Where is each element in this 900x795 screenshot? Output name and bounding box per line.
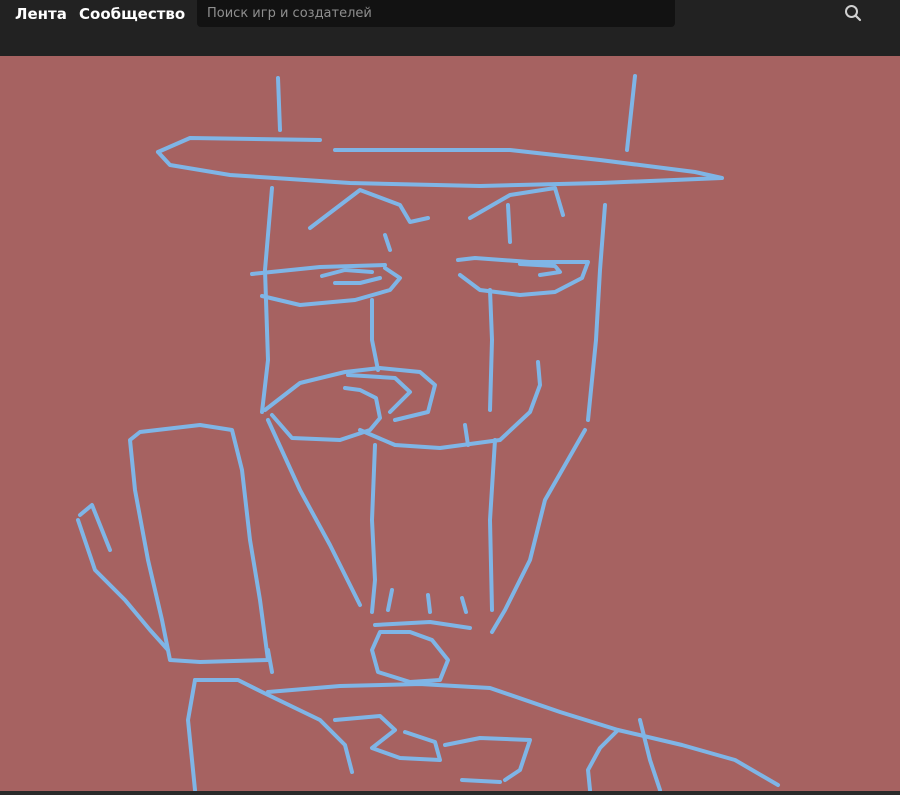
drawing-canvas[interactable] <box>0 56 900 791</box>
bottom-edge <box>0 791 900 795</box>
search-input[interactable] <box>197 0 637 27</box>
sketch-drawing <box>0 56 900 791</box>
search-bar <box>197 0 862 27</box>
top-navigation-bar: Лента Сообщество <box>0 0 900 56</box>
search-icon[interactable] <box>844 4 862 22</box>
nav-feed-link[interactable]: Лента <box>15 4 67 24</box>
nav-community-link[interactable]: Сообщество <box>79 4 185 24</box>
